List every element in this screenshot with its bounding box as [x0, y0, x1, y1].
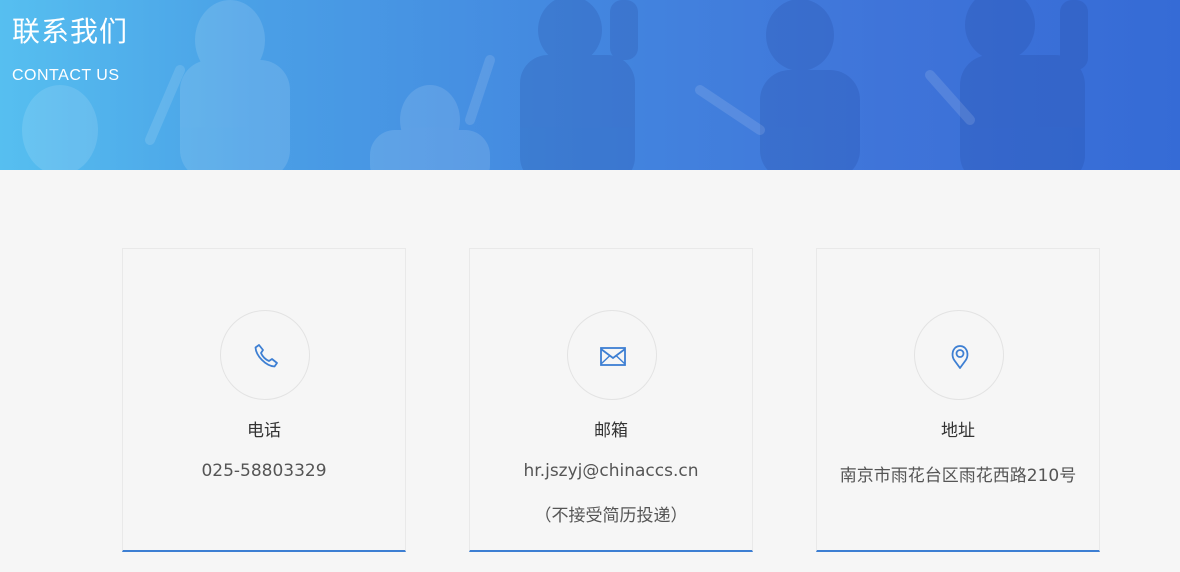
contact-banner: 联系我们 CONTACT US — [0, 0, 1180, 170]
banner-people-background — [22, 0, 1088, 170]
phone-icon-circle — [220, 310, 310, 400]
phone-icon — [254, 344, 278, 368]
contact-cards: 电话 025-58803329 邮箱 hr.jszyj@chinaccs.cn … — [0, 248, 1180, 572]
address-label: 地址 — [941, 421, 975, 441]
phone-value[interactable]: 025-58803329 — [123, 461, 405, 481]
email-value[interactable]: hr.jszyj@chinaccs.cn — [470, 461, 752, 481]
mail-icon-circle — [567, 310, 657, 400]
phone-card: 电话 025-58803329 — [122, 248, 406, 552]
address-value: 南京市雨花台区雨花西路210号 — [839, 466, 1077, 486]
location-pin-icon — [951, 345, 969, 369]
page-title: 联系我们 — [12, 15, 129, 48]
mail-icon — [600, 347, 626, 366]
page-subtitle: CONTACT US — [12, 67, 120, 84]
email-label: 邮箱 — [594, 421, 628, 441]
email-note: （不接受简历投递） — [534, 506, 688, 526]
phone-label: 电话 — [247, 421, 281, 441]
location-icon-circle — [914, 310, 1004, 400]
address-card: 地址 南京市雨花台区雨花西路210号 — [816, 248, 1100, 552]
email-card: 邮箱 hr.jszyj@chinaccs.cn （不接受简历投递） — [469, 248, 753, 552]
